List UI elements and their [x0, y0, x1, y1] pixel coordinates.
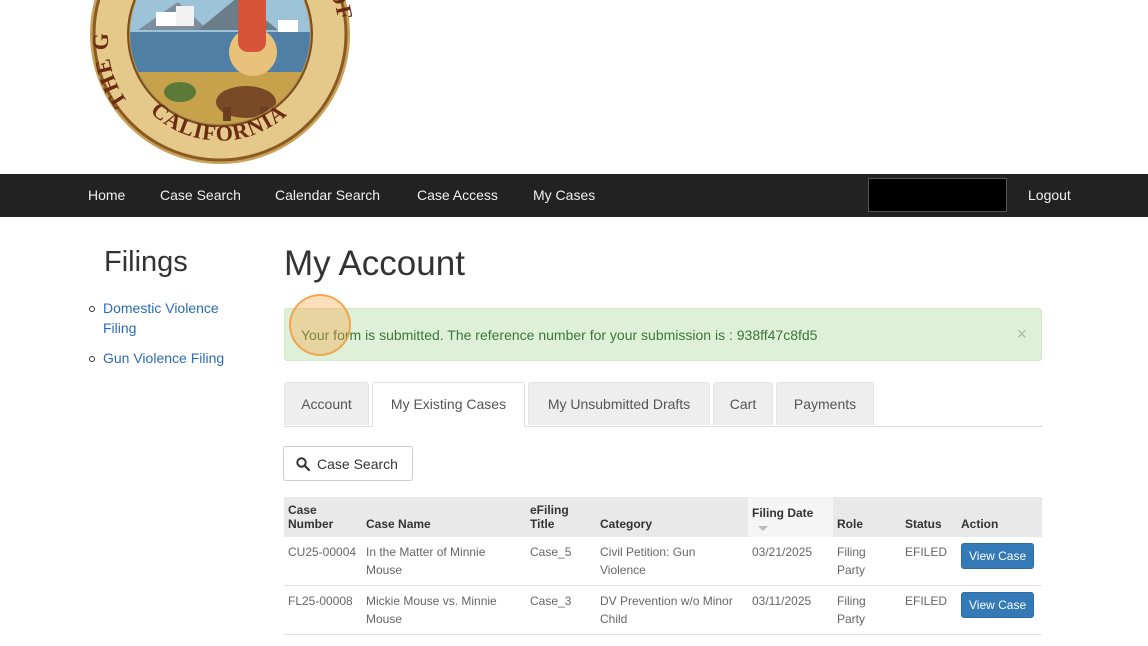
cell-case-name: Mickie Mouse vs. Minnie Mouse — [362, 585, 526, 635]
sort-desc-icon — [758, 526, 768, 531]
header-case-number[interactable]: Case Number — [284, 497, 362, 537]
page-title: My Account — [284, 244, 465, 283]
header-status[interactable]: Status — [901, 497, 957, 537]
view-case-button[interactable]: View Case — [961, 592, 1035, 618]
nav-home[interactable]: Home — [88, 174, 125, 217]
sidebar-filing-links: Domestic Violence Filing Gun Violence Fi… — [88, 298, 248, 378]
cell-case-number: CU25-00004 — [284, 537, 362, 586]
state-seal: THE G ATE OF CALIFORNIA — [88, 0, 352, 166]
logout-link[interactable]: Logout — [1028, 174, 1071, 217]
sidebar-item-gun-violence: Gun Violence Filing — [88, 348, 248, 368]
header-filing-date-label: Filing Date — [752, 506, 814, 520]
cell-case-name: In the Matter of Minnie Mouse — [362, 537, 526, 586]
bullet-icon — [89, 306, 95, 312]
cell-case-number: FL25-00008 — [284, 585, 362, 635]
nav-case-access[interactable]: Case Access — [417, 174, 498, 217]
alert-message: Your form is submitted. The reference nu… — [301, 327, 818, 343]
nav-calendar-search[interactable]: Calendar Search — [275, 174, 380, 217]
table-row: FL25-00008 Mickie Mouse vs. Minnie Mouse… — [284, 585, 1042, 635]
cell-action: View Case — [957, 585, 1042, 635]
cell-efiling-title: Case_5 — [526, 537, 596, 586]
cell-status: EFILED — [901, 585, 957, 635]
search-icon — [296, 457, 310, 471]
cell-role: Filing Party — [833, 585, 901, 635]
header-case-name[interactable]: Case Name — [362, 497, 526, 537]
table-header-row: Case Number Case Name eFiling Title Cate… — [284, 497, 1042, 537]
cell-filing-date: 03/21/2025 — [748, 537, 833, 586]
california-seal-icon: THE G ATE OF CALIFORNIA — [88, 0, 352, 164]
cell-status: EFILED — [901, 537, 957, 586]
tab-my-existing-cases[interactable]: My Existing Cases — [372, 382, 525, 427]
top-navbar: Home Case Search Calendar Search Case Ac… — [0, 174, 1148, 217]
success-alert: Your form is submitted. The reference nu… — [284, 308, 1042, 361]
view-case-button[interactable]: View Case — [961, 543, 1035, 569]
nav-case-search[interactable]: Case Search — [160, 174, 241, 217]
tab-cart[interactable]: Cart — [713, 382, 773, 425]
header-role[interactable]: Role — [833, 497, 901, 537]
header-filing-date[interactable]: Filing Date — [748, 497, 833, 537]
cell-efiling-title: Case_3 — [526, 585, 596, 635]
tab-payments[interactable]: Payments — [776, 382, 874, 425]
header-action: Action — [961, 517, 999, 531]
cell-action: View Case — [957, 537, 1042, 586]
cell-role: Filing Party — [833, 537, 901, 586]
close-icon[interactable]: × — [1016, 324, 1027, 345]
sidebar-item-domestic-violence: Domestic Violence Filing — [88, 298, 248, 338]
account-tabs: Account My Existing Cases My Unsubmitted… — [284, 382, 1042, 427]
existing-cases-table: Case Number Case Name eFiling Title Cate… — [284, 497, 1042, 635]
bullet-icon — [89, 356, 95, 362]
cell-filing-date: 03/11/2025 — [748, 585, 833, 635]
case-search-button[interactable]: Case Search — [283, 446, 413, 481]
header-efiling-title[interactable]: eFiling Title — [526, 497, 596, 537]
cell-category: Civil Petition: Gun Violence — [596, 537, 748, 586]
tab-account[interactable]: Account — [284, 382, 369, 425]
sidebar-title: Filings — [104, 246, 188, 278]
user-name-redacted[interactable] — [868, 178, 1007, 212]
click-highlight-indicator — [289, 294, 351, 356]
case-search-button-label: Case Search — [317, 456, 398, 472]
tab-my-unsubmitted-drafts[interactable]: My Unsubmitted Drafts — [528, 382, 710, 425]
domestic-violence-filing-link[interactable]: Domestic Violence Filing — [103, 300, 219, 336]
nav-my-cases[interactable]: My Cases — [533, 174, 595, 217]
header-category[interactable]: Category — [596, 497, 748, 537]
cell-category: DV Prevention w/o Minor Child — [596, 585, 748, 635]
gun-violence-filing-link[interactable]: Gun Violence Filing — [103, 350, 224, 366]
table-row: CU25-00004 In the Matter of Minnie Mouse… — [284, 537, 1042, 586]
